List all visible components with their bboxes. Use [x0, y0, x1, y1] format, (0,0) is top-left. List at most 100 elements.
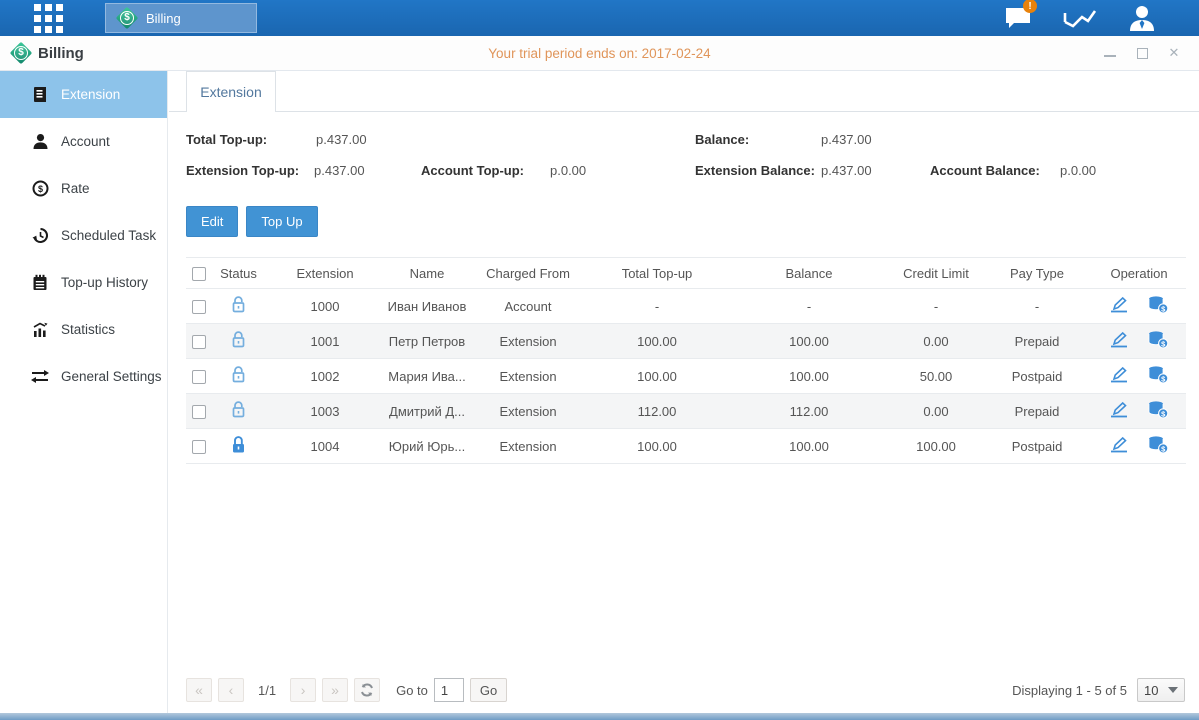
- credit-limit-cell: 0.00: [890, 404, 982, 419]
- go-button[interactable]: Go: [470, 678, 507, 702]
- billing-summary: Total Top-up: p.437.00 Balance: p.437.00…: [169, 112, 1199, 202]
- table-row[interactable]: 1002Мария Ива...Extension100.00100.0050.…: [186, 359, 1186, 394]
- topup-row-icon[interactable]: $: [1147, 295, 1169, 317]
- credit-limit-cell: 50.00: [890, 369, 982, 384]
- sidebar-item-label: Top-up History: [61, 275, 148, 290]
- maximize-button[interactable]: [1133, 44, 1151, 62]
- total-topup-cell: -: [586, 299, 728, 314]
- billing-app-icon: $: [116, 7, 138, 29]
- total-topup-cell: 112.00: [586, 404, 728, 419]
- close-button[interactable]: ✕: [1165, 44, 1183, 62]
- balance-cell: 112.00: [728, 404, 890, 419]
- window-title-group: $ Billing: [10, 42, 84, 64]
- page-indicator: 1/1: [250, 683, 284, 698]
- lock-open-icon: [230, 407, 247, 422]
- table-row[interactable]: 1000Иван ИвановAccount----$: [186, 289, 1186, 324]
- tab-extension[interactable]: Extension: [186, 71, 276, 112]
- sidebar-item-label: General Settings: [61, 369, 162, 384]
- first-page-button[interactable]: «: [186, 678, 212, 702]
- goto-page-input[interactable]: [434, 678, 464, 702]
- row-checkbox[interactable]: [192, 335, 206, 349]
- extension-cell: 1001: [266, 334, 384, 349]
- topup-row-icon[interactable]: $: [1147, 365, 1169, 387]
- sidebar-item-general-settings[interactable]: General Settings: [0, 353, 167, 400]
- sidebar-item-account[interactable]: Account: [0, 118, 167, 165]
- sidebar-item-rate[interactable]: $Rate: [0, 165, 167, 212]
- table-row[interactable]: 1001Петр ПетровExtension100.00100.000.00…: [186, 324, 1186, 359]
- statistics-icon: [31, 321, 49, 339]
- edit-row-icon[interactable]: [1109, 401, 1129, 422]
- next-page-button[interactable]: ›: [290, 678, 316, 702]
- topup-row-icon[interactable]: $: [1147, 330, 1169, 352]
- extension-cell: 1003: [266, 404, 384, 419]
- select-all-checkbox[interactable]: [192, 267, 206, 281]
- column-header-pay-type: Pay Type: [982, 266, 1092, 281]
- table-row[interactable]: 1004Юрий Юрь...Extension100.00100.00100.…: [186, 429, 1186, 464]
- balance-label: Balance:: [695, 132, 749, 147]
- charged-from-cell: Extension: [470, 439, 586, 454]
- edit-row-icon[interactable]: [1109, 331, 1129, 352]
- column-header-charged-from: Charged From: [470, 266, 586, 281]
- row-checkbox[interactable]: [192, 300, 206, 314]
- column-header-operation: Operation: [1092, 266, 1186, 281]
- total-topup-cell: 100.00: [586, 369, 728, 384]
- sidebar-item-top-up-history[interactable]: Top-up History: [0, 259, 167, 306]
- row-checkbox[interactable]: [192, 370, 206, 384]
- row-checkbox[interactable]: [192, 405, 206, 419]
- total-topup-label: Total Top-up:: [186, 132, 267, 147]
- notification-badge: !: [1023, 0, 1037, 13]
- refresh-icon[interactable]: [354, 678, 380, 702]
- main-panel: Extension Total Top-up: p.437.00 Balance…: [169, 71, 1199, 713]
- notifications-icon[interactable]: !: [1001, 5, 1035, 31]
- edit-button[interactable]: Edit: [186, 206, 238, 237]
- topup-history-icon: [31, 274, 49, 292]
- column-header-extension: Extension: [266, 266, 384, 281]
- user-account-icon[interactable]: [1125, 5, 1159, 31]
- statistics-chart-icon[interactable]: [1063, 5, 1097, 31]
- pay-type-cell: Postpaid: [982, 439, 1092, 454]
- name-cell: Иван Иванов: [384, 299, 470, 314]
- edit-row-icon[interactable]: [1109, 366, 1129, 387]
- column-header-total-top-up: Total Top-up: [586, 266, 728, 281]
- total-topup-cell: 100.00: [586, 334, 728, 349]
- taskbar-item-billing[interactable]: $ Billing: [105, 3, 257, 33]
- topup-row-icon[interactable]: $: [1147, 435, 1169, 457]
- credit-limit-cell: 100.00: [890, 439, 982, 454]
- extension-cell: 1004: [266, 439, 384, 454]
- sidebar-item-label: Account: [61, 134, 110, 149]
- credit-limit-cell: 0.00: [890, 334, 982, 349]
- minimize-button[interactable]: [1101, 44, 1119, 62]
- table-row[interactable]: 1003Дмитрий Д...Extension112.00112.000.0…: [186, 394, 1186, 429]
- row-checkbox[interactable]: [192, 440, 206, 454]
- billing-window-icon: $: [10, 42, 32, 64]
- sidebar-item-scheduled-task[interactable]: Scheduled Task: [0, 212, 167, 259]
- pay-type-cell: Prepaid: [982, 404, 1092, 419]
- last-page-button[interactable]: »: [322, 678, 348, 702]
- column-header-balance: Balance: [728, 266, 890, 281]
- pay-type-cell: -: [982, 299, 1092, 314]
- sidebar-item-extension[interactable]: Extension: [0, 71, 167, 118]
- topup-button[interactable]: Top Up: [246, 206, 317, 237]
- app-launcher-icon[interactable]: [34, 4, 63, 33]
- bottom-strip: [0, 713, 1199, 720]
- pay-type-cell: Postpaid: [982, 369, 1092, 384]
- pagination-bar: « ‹ 1/1 › » Go to Go Displaying 1 - 5 of…: [186, 677, 1185, 703]
- charged-from-cell: Extension: [470, 404, 586, 419]
- status-cell: [211, 295, 266, 317]
- window-titlebar: Your trial period ends on: 2017-02-24 $ …: [0, 36, 1199, 71]
- charged-from-cell: Account: [470, 299, 586, 314]
- page-size-select[interactable]: 10: [1137, 678, 1185, 702]
- prev-page-button[interactable]: ‹: [218, 678, 244, 702]
- topup-row-icon[interactable]: $: [1147, 400, 1169, 422]
- balance-cell: 100.00: [728, 439, 890, 454]
- balance-value: p.437.00: [821, 132, 872, 147]
- edit-row-icon[interactable]: [1109, 296, 1129, 317]
- scheduled-task-icon: [31, 227, 49, 245]
- sidebar-item-statistics[interactable]: Statistics: [0, 306, 167, 353]
- account-topup-label: Account Top-up:: [421, 163, 524, 178]
- edit-row-icon[interactable]: [1109, 436, 1129, 457]
- status-cell: [211, 330, 266, 352]
- balance-cell: 100.00: [728, 369, 890, 384]
- account-balance-label: Account Balance:: [930, 163, 1040, 178]
- sidebar-item-label: Scheduled Task: [61, 228, 156, 243]
